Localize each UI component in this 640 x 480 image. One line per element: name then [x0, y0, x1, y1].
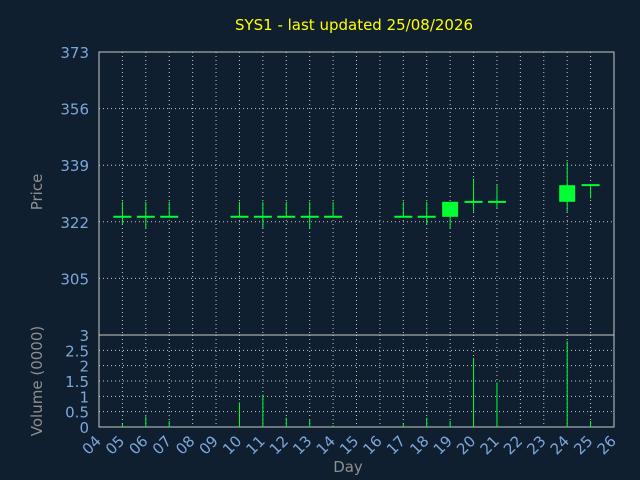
x-tick-label: 16 [360, 432, 386, 458]
price-axis-title: Price [28, 174, 46, 211]
volume-bar [121, 423, 123, 427]
price-grid [98, 51, 615, 335]
x-tick-label: 20 [453, 432, 479, 458]
x-tick-label: 18 [406, 432, 432, 458]
x-axis-title: Day [333, 458, 363, 476]
volume-plot-frame [98, 334, 615, 428]
volume-bar [285, 417, 287, 427]
volume-y-tick-label: 1 [79, 388, 89, 406]
x-tick-label: 08 [172, 432, 198, 458]
price-y-tick-label: 356 [60, 101, 89, 119]
x-tick-label: 19 [430, 432, 456, 458]
volume-bar [145, 416, 147, 427]
x-tick-label: 09 [196, 432, 222, 458]
volume-axis-title: Volume (0000) [28, 326, 46, 436]
chart-title: SYS1 - last updated 25/08/2026 [235, 16, 473, 34]
volume-y-tick-label: 1.5 [65, 373, 89, 391]
volume-bar [309, 419, 311, 427]
price-y-tick-label: 339 [60, 157, 89, 175]
x-tick-label: 22 [500, 432, 526, 458]
price-y-tick-label: 305 [60, 270, 89, 288]
x-tick-label: 12 [266, 432, 292, 458]
volume-bar [473, 358, 475, 427]
volume-y-tick-label: 2.5 [65, 342, 89, 360]
volume-y-tick-label: 3 [79, 327, 89, 345]
volume-y-tick-label: 0 [79, 419, 89, 437]
volume-bar [426, 417, 428, 427]
x-tick-label: 25 [570, 432, 596, 458]
price-y-tick-label: 322 [60, 214, 89, 232]
candle-body [559, 185, 576, 202]
volume-bar-series [121, 341, 592, 427]
volume-bar [566, 341, 568, 427]
stock-chart: SYS1 - last updated 25/08/2026 305322339… [28, 16, 620, 476]
x-tick-label: 07 [149, 432, 175, 458]
x-tick-label: 10 [219, 432, 245, 458]
volume-bar [449, 420, 451, 427]
x-tick-label: 11 [242, 432, 268, 458]
x-tick-labels: 0405060708091011121314151617181920212223… [79, 432, 620, 458]
volume-bar [262, 394, 264, 427]
price-y-tick-labels: 305 322 339 356 373 [60, 44, 89, 288]
x-tick-label: 26 [594, 432, 620, 458]
x-tick-label: 15 [336, 432, 362, 458]
volume-bar [332, 425, 334, 427]
volume-bar [496, 382, 498, 427]
x-tick-label: 13 [289, 432, 315, 458]
volume-bar [168, 420, 170, 427]
candlestick-series [113, 161, 600, 229]
volume-bar [402, 423, 404, 427]
volume-y-tick-labels: 00.511.522.53 [65, 327, 89, 437]
volume-y-tick-label: 2 [79, 358, 89, 376]
x-tick-label: 17 [383, 432, 409, 458]
x-tick-label: 21 [477, 432, 503, 458]
volume-bar [238, 402, 240, 427]
volume-bar [590, 420, 592, 427]
x-tick-label: 06 [125, 432, 151, 458]
price-y-tick-label: 373 [60, 44, 89, 62]
volume-y-tick-label: 0.5 [65, 404, 89, 422]
x-tick-label: 05 [102, 432, 128, 458]
x-tick-label: 14 [313, 432, 339, 458]
candle-body [442, 201, 459, 217]
volume-grid [98, 335, 615, 427]
x-tick-label: 23 [523, 432, 549, 458]
x-tick-label: 24 [547, 432, 573, 458]
